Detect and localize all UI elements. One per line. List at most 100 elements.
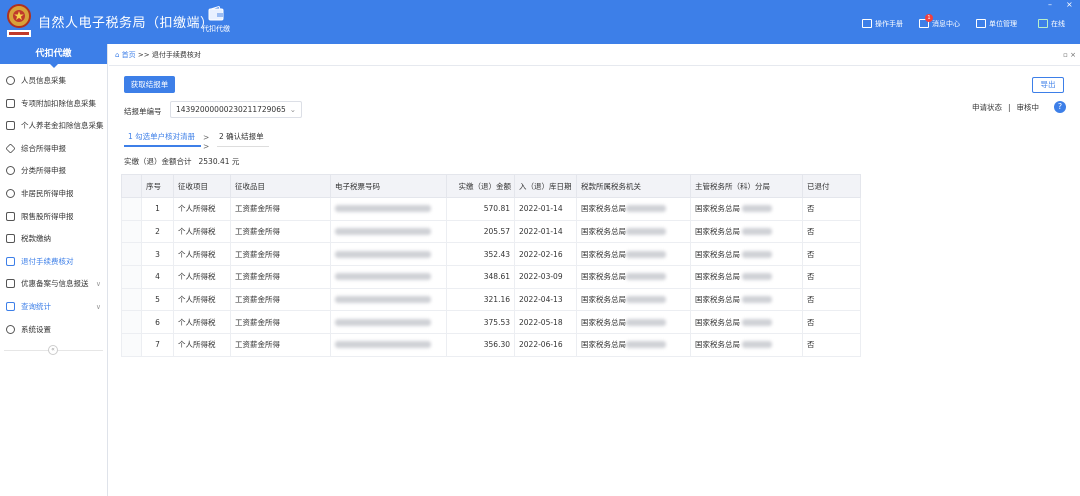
close-button[interactable]: × bbox=[1066, 0, 1073, 9]
date-cell: 2022-01-14 bbox=[514, 197, 577, 221]
branch-cell: 国家税务总局 bbox=[690, 242, 803, 267]
sidebar-item-classified-income[interactable]: 分类所得申报 bbox=[0, 160, 107, 183]
redacted-ticket-no bbox=[335, 341, 431, 349]
manual-button[interactable]: 操作手册 bbox=[862, 19, 903, 29]
row-select-cell[interactable] bbox=[121, 287, 142, 312]
table-row[interactable]: 5 个人所得税 工资薪金所得 321.16 2022-04-13 国家税务总局 国家税务总局… bbox=[121, 287, 861, 312]
breadcrumb: ⌂ 首页 >> 退付手续费核对 ▫ × bbox=[109, 44, 1080, 66]
sub-item-cell: 工资薪金所得 bbox=[230, 242, 331, 267]
sidebar-item-label: 限售股所得申报 bbox=[21, 211, 74, 221]
refunded-cell: 否 bbox=[802, 333, 861, 357]
col-header: 征收品目 bbox=[230, 174, 331, 198]
redacted-org bbox=[626, 273, 666, 281]
doc-icon bbox=[6, 256, 15, 266]
ticket-no-cell bbox=[330, 310, 447, 335]
sidebar-item-system-settings[interactable]: 系统设置 bbox=[0, 319, 107, 342]
item-cell: 个人所得税 bbox=[173, 287, 231, 312]
sidebar-item-label: 综合所得申报 bbox=[21, 143, 66, 153]
message-label: 消息中心 bbox=[932, 20, 960, 28]
row-select-cell[interactable] bbox=[121, 197, 142, 221]
tab-step-1[interactable]: 1 勾选单户核对清册 bbox=[124, 131, 201, 147]
tax-org-cell: 国家税务总局 bbox=[576, 265, 691, 289]
table-row[interactable]: 4 个人所得税 工资薪金所得 348.61 2022-03-09 国家税务总局 国家税务总局… bbox=[121, 265, 861, 289]
export-button[interactable]: 导出 bbox=[1032, 77, 1064, 93]
col-header: 征收项目 bbox=[173, 174, 231, 198]
sub-item-cell: 工资薪金所得 bbox=[230, 287, 331, 312]
table-row[interactable]: 6 个人所得税 工资薪金所得 375.53 2022-05-18 国家税务总局 国家税务总局… bbox=[121, 310, 861, 335]
fetch-settlement-button[interactable]: 获取结报单 bbox=[124, 76, 175, 93]
item-cell: 个人所得税 bbox=[173, 197, 231, 221]
seq-cell: 3 bbox=[141, 242, 174, 267]
app-title: 自然人电子税务局（扣缴端） bbox=[38, 16, 214, 31]
doc-outline-icon bbox=[6, 279, 15, 289]
refunded-cell: 否 bbox=[802, 265, 861, 289]
seq-cell: 4 bbox=[141, 265, 174, 289]
sidebar-item-tax-payment[interactable]: 税款缴纳 bbox=[0, 228, 107, 251]
settlement-number-label: 结报单编号 bbox=[124, 107, 162, 116]
seq-cell: 7 bbox=[141, 333, 174, 357]
gear-icon bbox=[6, 324, 15, 334]
online-status[interactable]: 在线 bbox=[1038, 19, 1065, 29]
settlement-number-select[interactable]: 14392000000230211729065 ⌄ bbox=[170, 101, 302, 118]
tax-org-text: 国家税务总局 bbox=[581, 249, 626, 259]
sidebar-item-special-deduction[interactable]: 专项附加扣除信息采集 bbox=[0, 93, 107, 116]
amount-cell: 375.53 bbox=[446, 310, 515, 335]
sidebar-item-person-info[interactable]: 人员信息采集 bbox=[0, 70, 107, 93]
sidebar-collapse-button[interactable]: « bbox=[48, 345, 58, 355]
help-icon[interactable]: ? bbox=[1054, 101, 1066, 113]
select-col-header[interactable] bbox=[121, 174, 142, 198]
book-icon bbox=[862, 19, 872, 28]
refunded-cell: 否 bbox=[802, 197, 861, 221]
sidebar-item-fee-refund-check[interactable]: 退付手续费核对 bbox=[0, 251, 107, 274]
building-icon bbox=[976, 19, 986, 28]
tab-step-2[interactable]: 2 确认结报单 bbox=[217, 131, 269, 147]
row-select-cell[interactable] bbox=[121, 333, 142, 357]
chevron-down-icon: ∨ bbox=[95, 280, 101, 289]
sidebar-item-preferential-filing[interactable]: 优惠备案与信息报送 ∨ bbox=[0, 273, 107, 296]
message-center-button[interactable]: 1 消息中心 bbox=[919, 14, 960, 29]
redacted-branch bbox=[742, 296, 772, 304]
row-select-cell[interactable] bbox=[121, 242, 142, 267]
manual-label: 操作手册 bbox=[875, 20, 903, 28]
sidebar-menu: 人员信息采集 专项附加扣除信息采集 个人养老金扣除信息采集 综合所得申报 分类所… bbox=[0, 70, 107, 341]
table-row[interactable]: 3 个人所得税 工资薪金所得 352.43 2022-02-16 国家税务总局 国家税务总局… bbox=[121, 242, 861, 267]
folder-icon bbox=[6, 234, 15, 244]
tab-window-controls[interactable]: ▫ × bbox=[1063, 44, 1076, 66]
refunded-cell: 否 bbox=[802, 219, 861, 244]
seq-cell: 5 bbox=[141, 287, 174, 312]
amount-cell: 205.57 bbox=[446, 219, 515, 244]
sub-item-cell: 工资薪金所得 bbox=[230, 219, 331, 244]
search-doc-icon bbox=[6, 301, 15, 311]
breadcrumb-home-link[interactable]: ⌂ 首页 bbox=[115, 51, 136, 59]
redacted-branch bbox=[742, 273, 772, 281]
sidebar-item-label: 非居民所得申报 bbox=[21, 188, 74, 198]
sidebar-item-label: 优惠备案与信息报送 bbox=[21, 279, 89, 289]
total-label: 实缴（退）金额合计 bbox=[124, 157, 192, 166]
branch-cell: 国家税务总局 bbox=[690, 287, 803, 312]
date-cell: 2022-03-09 bbox=[514, 265, 577, 289]
table-row[interactable]: 2 个人所得税 工资薪金所得 205.57 2022-01-14 国家税务总局 国家税务总局… bbox=[121, 219, 861, 244]
unit-mgmt-button[interactable]: 单位管理 bbox=[976, 19, 1017, 29]
table-row[interactable]: 1 个人所得税 工资薪金所得 570.81 2022-01-14 国家税务总局 国家税务总局… bbox=[121, 197, 861, 221]
nav-daikou-button[interactable]: 代扣代缴 bbox=[196, 6, 236, 34]
sidebar-item-restricted-shares[interactable]: 限售股所得申报 bbox=[0, 206, 107, 229]
sidebar-item-comprehensive-income[interactable]: 综合所得申报 bbox=[0, 138, 107, 161]
amount-cell: 352.43 bbox=[446, 242, 515, 267]
tax-org-cell: 国家税务总局 bbox=[576, 219, 691, 244]
row-select-cell[interactable] bbox=[121, 310, 142, 335]
refunded-cell: 否 bbox=[802, 242, 861, 267]
minimize-button[interactable]: – bbox=[1048, 0, 1052, 9]
sidebar-item-query-stats[interactable]: 查询统计 ∨ bbox=[0, 296, 107, 319]
redacted-org bbox=[626, 318, 666, 326]
sidebar-item-pension-deduction[interactable]: 个人养老金扣除信息采集 bbox=[0, 115, 107, 138]
redacted-ticket-no bbox=[335, 273, 431, 281]
ticket-no-cell bbox=[330, 197, 447, 221]
tax-org-cell: 国家税务总局 bbox=[576, 333, 691, 357]
row-select-cell[interactable] bbox=[121, 219, 142, 244]
status-value: 审核中 bbox=[1016, 103, 1040, 112]
row-select-cell[interactable] bbox=[121, 265, 142, 289]
sidebar-item-nonresident-income[interactable]: 非居民所得申报 bbox=[0, 183, 107, 206]
top-header: 自然人电子税务局（扣缴端） 代扣代缴 操作手册 1 消息中心 单位管理 在线 – … bbox=[0, 0, 1080, 44]
table-row[interactable]: 7 个人所得税 工资薪金所得 356.30 2022-06-16 国家税务总局 国家税务总局… bbox=[121, 333, 861, 357]
col-header: 电子税票号码 bbox=[330, 174, 447, 198]
